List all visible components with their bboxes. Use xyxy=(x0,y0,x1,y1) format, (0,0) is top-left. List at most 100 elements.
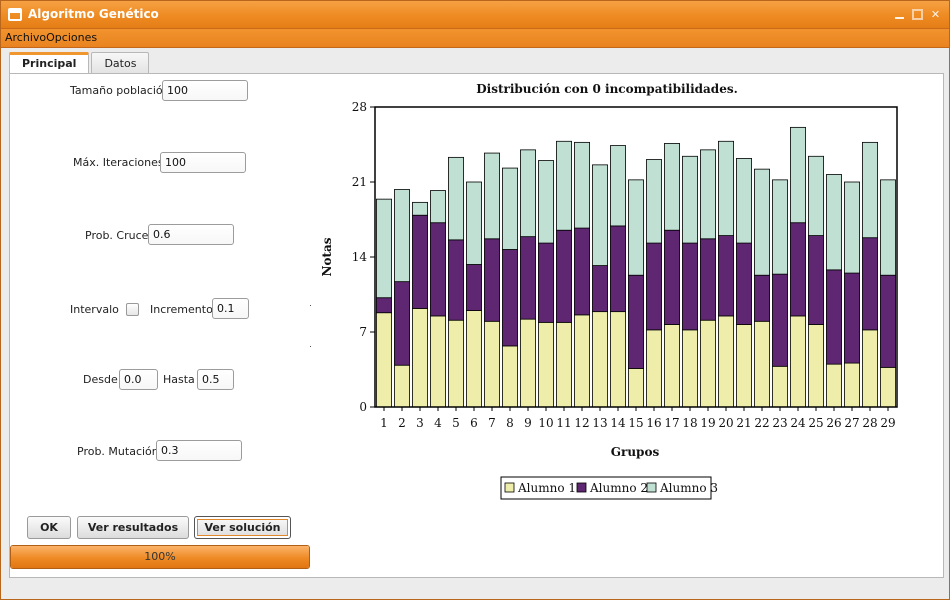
bar-10-series-2 xyxy=(538,242,554,323)
bar-27-series-1 xyxy=(844,362,860,408)
bar-21-series-3 xyxy=(736,158,752,244)
bar-27-series-2 xyxy=(844,272,860,364)
bar-3-series-2 xyxy=(412,214,428,309)
ver-solucion-button[interactable]: Ver solución xyxy=(194,516,291,539)
cruce-input[interactable] xyxy=(148,224,234,245)
bar-10-series-1 xyxy=(538,321,554,408)
y-tick-label: 28 xyxy=(352,100,367,114)
bar-12-series-2 xyxy=(574,227,590,316)
bar-19-series-1 xyxy=(700,319,716,408)
bar-4-series-2 xyxy=(430,222,446,317)
bar-27-series-3 xyxy=(844,181,860,274)
bar-17-series-2 xyxy=(664,229,680,325)
x-tick-label: 22 xyxy=(754,416,769,430)
progress-label: 100% xyxy=(144,550,176,563)
hasta-label: Hasta xyxy=(163,373,195,386)
x-tick-label: 27 xyxy=(844,416,859,430)
tab-datos[interactable]: Datos xyxy=(91,52,150,74)
mutacion-label: Prob. Mutación xyxy=(77,445,159,458)
bar-9-series-1 xyxy=(520,318,536,408)
bar-25-series-3 xyxy=(808,155,824,236)
bar-14-series-2 xyxy=(610,225,626,313)
title-bar[interactable]: Algoritmo Genético ✕ xyxy=(1,1,949,29)
bar-24-series-2 xyxy=(790,222,806,317)
bar-29-series-2 xyxy=(880,274,896,368)
chart-title: Distribución con 0 incompatibilidades. xyxy=(476,82,738,96)
bar-5-series-3 xyxy=(448,156,464,241)
progress-bar: 100% xyxy=(10,545,310,569)
bar-19-series-2 xyxy=(700,238,716,321)
x-tick-label: 17 xyxy=(664,416,679,430)
bar-3-series-1 xyxy=(412,308,428,408)
incremento-input[interactable] xyxy=(212,298,249,319)
bar-1-series-1 xyxy=(376,312,392,408)
iteraciones-input[interactable] xyxy=(160,152,246,173)
bar-6-series-3 xyxy=(466,181,482,265)
mutacion-input[interactable] xyxy=(156,440,242,461)
x-tick-label: 8 xyxy=(506,416,514,430)
x-tick-label: 12 xyxy=(574,416,589,430)
menu-archivo[interactable]: Archivo xyxy=(1,29,46,47)
x-tick-label: 15 xyxy=(628,416,643,430)
bar-15-series-3 xyxy=(628,179,644,276)
bar-22-series-3 xyxy=(754,168,770,276)
menu-opciones[interactable]: Opciones xyxy=(46,29,97,47)
distribution-chart: Distribución con 0 incompatibilidades. N… xyxy=(320,82,898,500)
x-tick-label: 5 xyxy=(452,416,460,430)
x-tick-label: 20 xyxy=(718,416,733,430)
close-icon[interactable]: ✕ xyxy=(930,9,941,20)
bar-8-series-3 xyxy=(502,167,518,250)
x-tick-label: 23 xyxy=(772,416,787,430)
bar-21-series-2 xyxy=(736,242,752,325)
bar-4-series-1 xyxy=(430,315,446,408)
hasta-input[interactable] xyxy=(197,369,234,390)
window-controls: ✕ xyxy=(894,9,941,20)
iteraciones-label: Máx. Iteraciones xyxy=(73,156,164,169)
x-tick-label: 19 xyxy=(700,416,715,430)
x-tick-label: 14 xyxy=(610,416,626,430)
incremento-label: Incremento xyxy=(150,303,213,316)
bar-3-series-3 xyxy=(412,201,428,216)
bar-9-series-3 xyxy=(520,149,536,238)
x-tick-label: 26 xyxy=(826,416,841,430)
desde-input[interactable] xyxy=(119,369,158,390)
bar-25-series-2 xyxy=(808,235,824,325)
intervalo-label: Intervalo xyxy=(70,303,119,316)
bar-4-series-3 xyxy=(430,190,446,224)
ver-resultados-button[interactable]: Ver resultados xyxy=(77,516,189,539)
bar-18-series-1 xyxy=(682,329,698,408)
x-tick-label: 2 xyxy=(398,416,406,430)
x-tick-label: 6 xyxy=(470,416,478,430)
bar-7-series-3 xyxy=(484,152,500,240)
bar-25-series-1 xyxy=(808,324,824,408)
minimize-icon[interactable] xyxy=(894,9,905,20)
bar-16-series-2 xyxy=(646,242,662,331)
x-tick-label: 7 xyxy=(488,416,496,430)
poblacion-input[interactable] xyxy=(162,80,248,101)
bar-11-series-1 xyxy=(556,321,572,408)
bar-28-series-1 xyxy=(862,329,878,408)
maximize-icon[interactable] xyxy=(912,9,923,20)
ok-button[interactable]: OK xyxy=(27,516,71,539)
chart-legend: Alumno 1 Alumno 2 Alumno 3 xyxy=(500,476,718,500)
bar-11-series-3 xyxy=(556,140,572,231)
x-axis: 1 2 3 4 5 6 7 8 9 10 11 12 13 14 15 16 17 18 19 20 21 22 23 24 2… xyxy=(380,407,896,430)
legend-swatch xyxy=(576,482,587,493)
tab-strip: Principal Datos xyxy=(9,52,151,74)
intervalo-checkbox[interactable] xyxy=(126,303,139,316)
bar-22-series-1 xyxy=(754,320,770,408)
bar-24-series-3 xyxy=(790,126,806,224)
status-bar xyxy=(9,579,944,593)
bars-group xyxy=(376,126,896,408)
x-tick-label: 11 xyxy=(556,416,571,430)
bar-1-series-2 xyxy=(376,297,392,314)
bar-17-series-3 xyxy=(664,143,680,231)
bar-19-series-3 xyxy=(700,149,716,240)
x-tick-label: 21 xyxy=(736,416,751,430)
legend-swatch xyxy=(646,482,657,493)
bar-26-series-1 xyxy=(826,363,842,408)
tab-principal[interactable]: Principal xyxy=(9,52,90,74)
bar-1-series-3 xyxy=(376,198,392,299)
bar-12-series-3 xyxy=(574,141,590,229)
bar-8-series-1 xyxy=(502,345,518,408)
